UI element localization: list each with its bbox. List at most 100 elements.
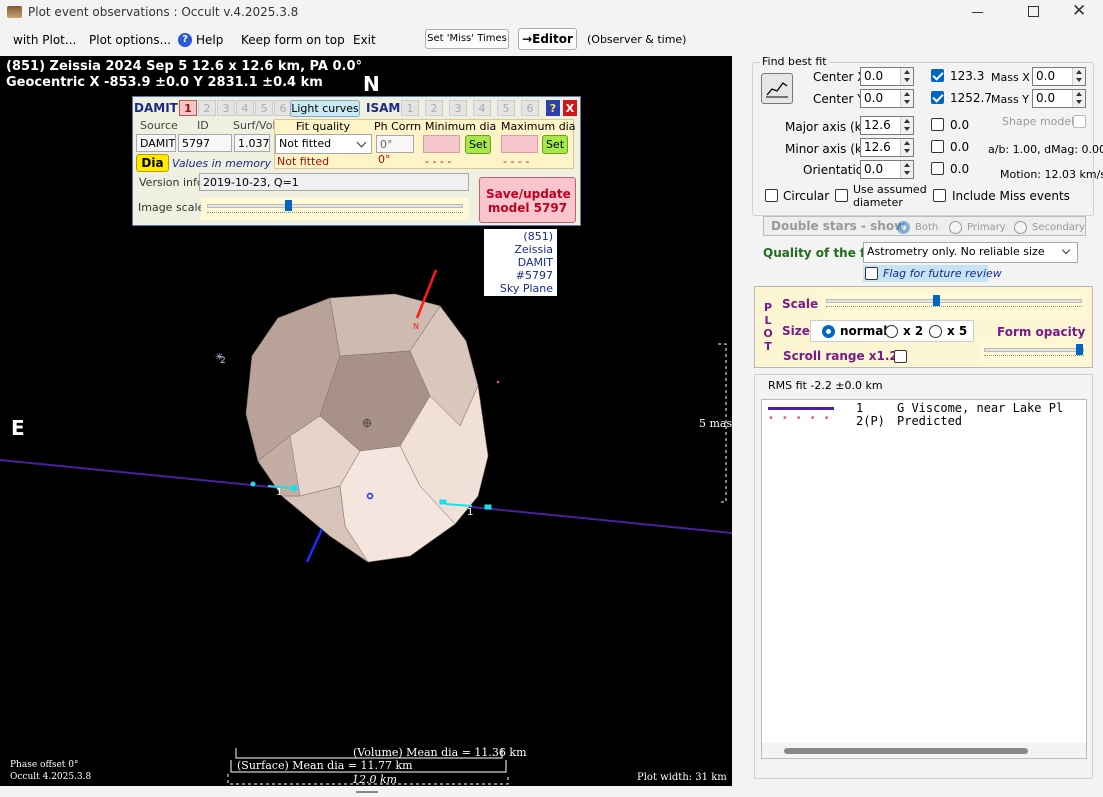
form-opacity-slider[interactable] xyxy=(980,343,1088,362)
center-x-value: 0.0 xyxy=(864,69,884,83)
quality-of-fit-select[interactable]: Astrometry only. No reliable size xyxy=(863,242,1078,263)
slider-thumb[interactable] xyxy=(285,200,292,211)
isam-model-3[interactable]: 3 xyxy=(449,100,467,116)
min-dia-set-button[interactable]: Set xyxy=(465,135,491,154)
size-x5-radio[interactable] xyxy=(929,325,942,338)
menu-plot-options[interactable]: Plot options... xyxy=(89,33,171,47)
damit-model-3[interactable]: 3 xyxy=(217,100,235,116)
form-opacity-label: Form opacity xyxy=(997,325,1086,339)
major-axis-checkbox[interactable] xyxy=(931,118,944,131)
min-dia-label: Minimum dia xyxy=(425,120,497,133)
spin-down-icon[interactable] xyxy=(900,169,913,178)
panel-help-button[interactable]: ? xyxy=(546,100,560,116)
set-miss-times-button[interactable]: Set 'Miss' Times xyxy=(425,29,509,49)
ph-corr-field[interactable]: 0° xyxy=(376,135,414,153)
ph-corr-label: Ph Corrn xyxy=(374,120,422,133)
chord1-right-label: 1 xyxy=(467,507,474,518)
slider-ticks xyxy=(207,212,463,215)
scale-slider[interactable] xyxy=(822,294,1086,313)
bottom-grip[interactable] xyxy=(356,791,378,793)
spin-down-icon[interactable] xyxy=(1072,76,1085,85)
spin-down-icon[interactable] xyxy=(1072,98,1085,107)
double-stars-label: Double stars - show xyxy=(771,219,906,233)
damit-model-2[interactable]: 2 xyxy=(198,100,216,116)
size-normal-radio[interactable] xyxy=(822,325,835,338)
rms-fit-label: RMS fit -2.2 ±0.0 km xyxy=(768,379,883,392)
center-x-checkbox[interactable] xyxy=(931,69,944,82)
surfvol-field: 1.037 xyxy=(234,134,270,152)
mass-y-spinner[interactable]: 0.0 xyxy=(1032,89,1086,108)
dia-button[interactable]: Dia xyxy=(136,154,169,172)
menu-exit[interactable]: Exit xyxy=(353,33,376,47)
isam-model-5[interactable]: 5 xyxy=(497,100,515,116)
damit-model-1[interactable]: 1 xyxy=(179,100,197,116)
primary-radio[interactable] xyxy=(949,221,962,234)
maximize-icon[interactable] xyxy=(1028,6,1039,17)
center-y-spinner[interactable]: 0.0 xyxy=(860,89,914,108)
scroll-range-checkbox[interactable] xyxy=(894,350,907,363)
help-icon[interactable]: ? xyxy=(178,33,192,47)
north-pole-marker: N xyxy=(413,322,419,331)
isam-model-1[interactable]: 1 xyxy=(401,100,419,116)
version-info-label: Version info xyxy=(139,176,204,189)
damit-model-4[interactable]: 4 xyxy=(236,100,254,116)
red-dot xyxy=(496,380,500,384)
spin-down-icon[interactable] xyxy=(900,147,913,156)
use-assumed-checkbox[interactable] xyxy=(835,189,848,202)
isam-model-4[interactable]: 4 xyxy=(473,100,491,116)
spin-down-icon[interactable] xyxy=(900,98,913,107)
save-update-model-button[interactable]: Save/update model 5797 xyxy=(479,177,576,223)
shape-model-label: Shape model xyxy=(1002,115,1075,128)
min-dia-field[interactable] xyxy=(423,135,460,153)
shape-model-checkbox[interactable] xyxy=(1073,115,1086,128)
major-axis-spinner[interactable]: 12.6 xyxy=(860,116,914,135)
panel-close-button[interactable]: X xyxy=(563,100,577,116)
include-miss-checkbox[interactable] xyxy=(933,189,946,202)
mass-y-label: Mass Y xyxy=(991,93,1029,106)
isam-model-2[interactable]: 2 xyxy=(425,100,443,116)
version-info-field[interactable]: 2019-10-23, Q=1 xyxy=(199,173,469,191)
menu-help[interactable]: Help xyxy=(196,33,223,47)
minor-axis-value: 12.6 xyxy=(864,140,891,154)
plot-letter-l: L xyxy=(764,314,772,327)
legend-horizontal-scrollbar[interactable] xyxy=(762,743,1086,758)
slider-thumb[interactable] xyxy=(933,295,940,306)
light-curves-button[interactable]: Light curves xyxy=(290,100,360,117)
max-dia-field[interactable] xyxy=(501,135,538,153)
center-x-spinner[interactable]: 0.0 xyxy=(860,67,914,86)
mass-x-spinner[interactable]: 0.0 xyxy=(1032,67,1086,86)
mass-x-label: Mass X xyxy=(991,71,1030,84)
id-field: 5797 xyxy=(178,134,232,152)
minor-axis-checkbox[interactable] xyxy=(931,140,944,153)
both-radio[interactable] xyxy=(897,221,910,234)
observer-time-label[interactable]: (Observer & time) xyxy=(587,33,686,46)
chart-icon xyxy=(766,82,788,98)
flag-review-checkbox[interactable] xyxy=(865,267,878,280)
spin-down-icon[interactable] xyxy=(900,76,913,85)
slider-thumb[interactable] xyxy=(1076,344,1083,355)
label-asteroid-name: (851) Zeissia xyxy=(514,230,553,256)
isam-model-6[interactable]: 6 xyxy=(521,100,539,116)
mass-x-value: 0.0 xyxy=(1036,69,1056,83)
menu-with-plot[interactable]: with Plot... xyxy=(13,33,76,47)
size-x2-radio[interactable] xyxy=(885,325,898,338)
center-y-checkbox[interactable] xyxy=(931,91,944,104)
minor-axis-spinner[interactable]: 12.6 xyxy=(860,138,914,157)
scrollbar-thumb[interactable] xyxy=(784,748,1028,754)
damit-model-5[interactable]: 5 xyxy=(255,100,273,116)
orientation-checkbox[interactable] xyxy=(931,162,944,175)
id-label: ID xyxy=(197,119,209,132)
secondary-radio[interactable] xyxy=(1014,221,1027,234)
minimize-icon[interactable] xyxy=(972,12,983,13)
menu-keep-form-on-top[interactable]: Keep form on top xyxy=(241,33,345,47)
spin-down-icon[interactable] xyxy=(900,125,913,134)
max-dia-set-button[interactable]: Set xyxy=(542,135,568,154)
circular-checkbox[interactable] xyxy=(765,189,778,202)
orientation-spinner[interactable]: 0.0 xyxy=(860,160,914,179)
menu-bar: with Plot... Plot options... ? Help Keep… xyxy=(0,26,736,54)
observers-legend-list[interactable]: 1 G Viscome, near Lake Pl ••••• 2(P) Pre… xyxy=(761,399,1087,759)
shape-model-panel: DAMIT 1 2 3 4 5 6 Light curves ISAM 1 2 … xyxy=(132,96,581,226)
image-scale-slider[interactable] xyxy=(201,198,469,220)
close-icon[interactable]: ✕ xyxy=(1072,1,1086,21)
editor-button[interactable]: →Editor xyxy=(518,28,577,50)
